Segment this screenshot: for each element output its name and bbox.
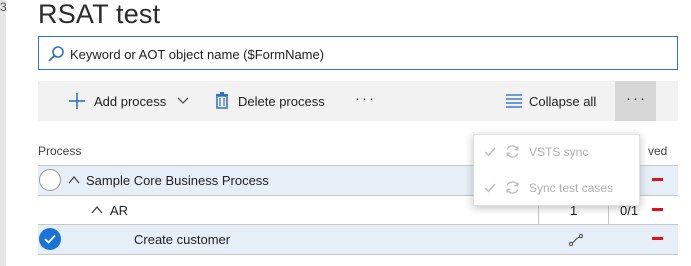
collapse-all-icon[interactable] [505,92,523,110]
left-edge-glyph: 3 [0,0,7,14]
column-header-process[interactable]: Process [38,144,81,158]
status-indicator [652,237,663,240]
check-icon [44,234,56,244]
process-name[interactable]: Sample Core Business Process [86,173,269,188]
delete-process-button[interactable]: Delete process [238,94,325,109]
search-placeholder[interactable]: Keyword or AOT object name ($FormName) [70,47,324,62]
menu-item-sync-test-cases[interactable]: Sync test cases [529,181,613,195]
row-select-checkbox[interactable] [39,228,61,250]
check-icon [484,147,496,157]
overflow-menu-dots[interactable]: ··· [626,90,647,107]
add-process-button[interactable]: Add process [94,94,166,109]
trash-icon[interactable] [213,91,231,109]
more-actions-button[interactable]: ··· [355,90,376,107]
add-icon[interactable] [68,92,86,110]
sync-icon [506,145,519,158]
page-title: RSAT test [38,0,161,29]
search-icon [48,46,64,62]
process-name[interactable]: AR [110,203,128,218]
status-indicator [652,208,663,211]
left-window-edge [0,0,6,266]
menu-item-vsts-sync[interactable]: VSTS sync [529,145,588,159]
process-name[interactable]: Create customer [134,232,230,247]
chevron-down-icon[interactable] [177,96,189,106]
link-icon[interactable] [569,234,583,246]
column-header-partial[interactable]: ved [648,144,667,158]
row-select-checkbox[interactable] [39,169,61,191]
collapse-all-button[interactable]: Collapse all [529,94,596,109]
chevron-up-icon[interactable] [91,205,103,214]
row-divider [38,254,678,255]
check-icon [484,183,496,193]
chevron-up-icon[interactable] [68,175,80,184]
sync-icon [506,181,519,194]
status-indicator [652,178,663,181]
